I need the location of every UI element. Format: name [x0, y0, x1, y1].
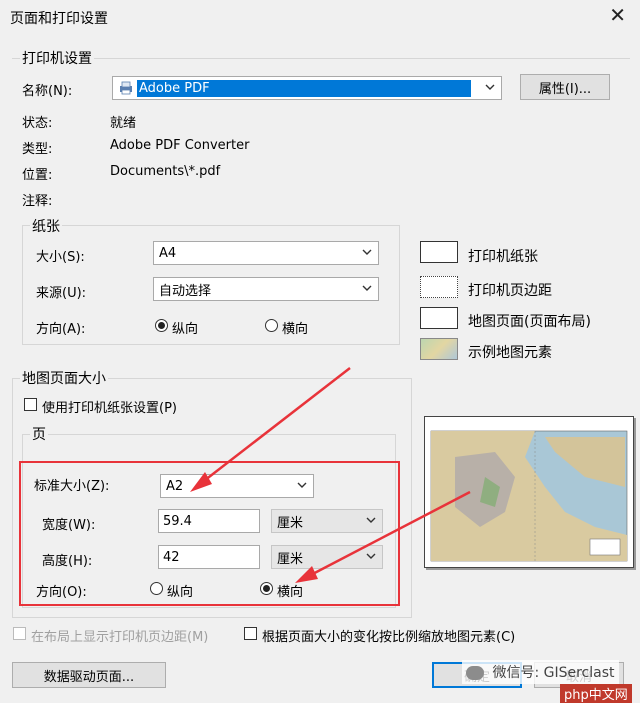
standard-size-label: 标准大小(Z): [34, 479, 110, 494]
paper-orientation-label: 方向(A): [36, 322, 86, 337]
legend-printer-paper: 打印机纸张 [468, 249, 538, 265]
map-portrait-label[interactable]: 纵向 [167, 581, 193, 600]
printer-name-label: 名称(N): [22, 84, 73, 99]
paper-portrait-label[interactable]: 纵向 [172, 318, 198, 337]
sample-map-swatch [420, 338, 458, 360]
scale-elements-checkbox[interactable] [244, 627, 257, 640]
map-preview [424, 416, 634, 568]
map-orientation-label: 方向(O): [36, 585, 87, 600]
window-title: 页面和打印设置 [10, 11, 108, 27]
watermark-text: 微信号: GISerclast [492, 665, 615, 681]
use-printer-paper-checkbox[interactable] [24, 398, 37, 411]
chevron-down-icon[interactable] [360, 245, 374, 259]
paper-landscape-radio[interactable] [265, 319, 278, 332]
map-page-swatch [420, 307, 458, 329]
height-label: 高度(H): [42, 554, 93, 569]
height-input[interactable]: 42 [158, 545, 260, 569]
chevron-down-icon[interactable] [364, 549, 378, 563]
wechat-icon [466, 666, 484, 680]
location-label: 位置: [22, 168, 53, 183]
paper-legend: 纸张 [30, 216, 62, 236]
paper-source-label: 来源(U): [36, 286, 87, 301]
height-unit-select[interactable]: 厘米 [271, 545, 383, 569]
printer-margin-swatch [420, 276, 458, 298]
legend-map-page: 地图页面(页面布局) [468, 314, 591, 330]
scale-elements-label[interactable]: 根据页面大小的变化按比例缩放地图元素(C) [262, 626, 515, 645]
paper-source-select[interactable]: 自动选择 [153, 277, 379, 301]
sample-map-image [430, 430, 628, 562]
printer-properties-button[interactable]: 属性(I)... [520, 74, 610, 100]
printer-paper-swatch [420, 241, 458, 263]
map-portrait-radio[interactable] [150, 582, 163, 595]
legend-printer-margin: 打印机页边距 [468, 283, 552, 299]
standard-size-select[interactable]: A2 [160, 474, 314, 498]
paper-landscape-label[interactable]: 横向 [282, 318, 308, 337]
map-landscape-label[interactable]: 横向 [277, 581, 303, 600]
chevron-down-icon[interactable] [360, 281, 374, 295]
chevron-down-icon[interactable] [483, 80, 497, 94]
site-watermark: php中文网 [560, 684, 632, 703]
paper-portrait-radio[interactable] [155, 319, 168, 332]
map-landscape-radio[interactable] [260, 582, 273, 595]
location-value: Documents\*.pdf [110, 164, 221, 179]
printer-name-select[interactable]: Adobe PDF [112, 76, 502, 100]
printer-name-value: Adobe PDF [137, 79, 471, 97]
data-driven-pages-button[interactable]: 数据驱动页面... [12, 662, 166, 688]
type-label: 类型: [22, 142, 53, 157]
close-icon[interactable]: ✕ [609, 3, 626, 27]
paper-source-value: 自动选择 [159, 283, 212, 299]
status-value: 就绪 [110, 116, 137, 131]
width-label: 宽度(W): [42, 518, 96, 533]
width-unit-value: 厘米 [277, 515, 304, 531]
legend-sample-map: 示例地图元素 [468, 345, 552, 361]
chevron-down-icon[interactable] [295, 478, 309, 492]
printer-settings-legend: 打印机设置 [20, 48, 94, 68]
use-printer-paper-label[interactable]: 使用打印机纸张设置(P) [42, 397, 177, 416]
status-label: 状态: [22, 116, 53, 131]
page-subgroup-legend: 页 [30, 424, 48, 444]
show-margins-label[interactable]: 在布局上显示打印机页边距(M) [31, 626, 208, 645]
width-unit-select[interactable]: 厘米 [271, 509, 383, 533]
width-input[interactable]: 59.4 [158, 509, 260, 533]
standard-size-value: A2 [166, 478, 184, 494]
show-margins-checkbox[interactable] [13, 627, 26, 640]
watermark: 微信号: GISerclast [462, 660, 619, 684]
comment-label: 注释: [22, 194, 53, 209]
paper-size-select[interactable]: A4 [153, 241, 379, 265]
chevron-down-icon[interactable] [364, 513, 378, 527]
height-unit-value: 厘米 [277, 551, 304, 567]
type-value: Adobe PDF Converter [110, 138, 250, 153]
paper-size-value: A4 [159, 245, 177, 261]
paper-size-label: 大小(S): [36, 250, 85, 265]
map-page-size-legend: 地图页面大小 [20, 368, 108, 388]
printer-icon [118, 80, 134, 96]
